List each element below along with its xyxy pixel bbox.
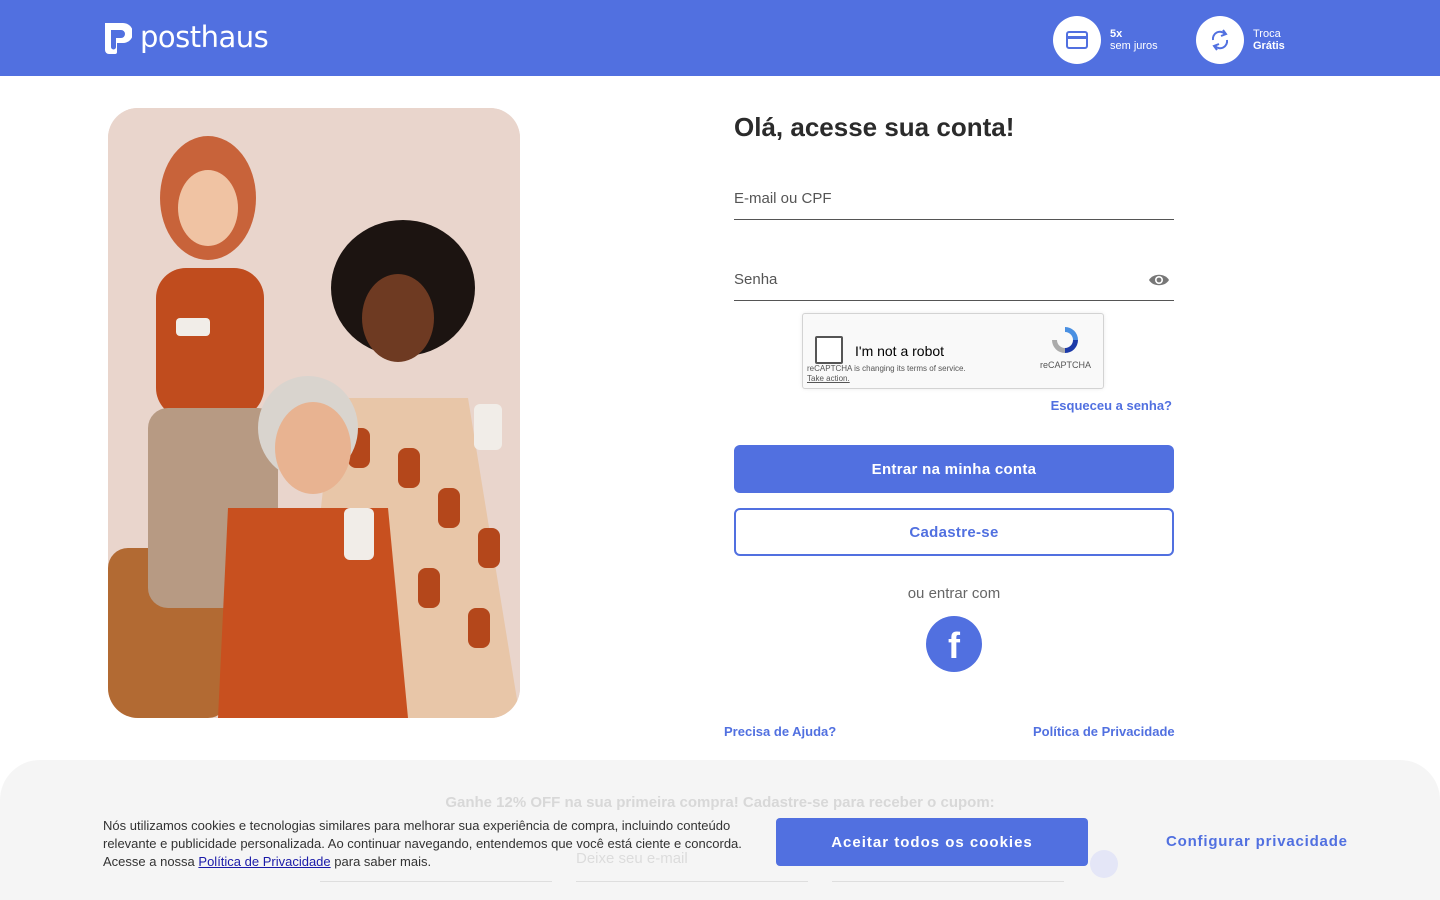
perk-subtitle: sem juros [1110,40,1158,52]
cookie-notice-suffix: para saber mais. [334,854,432,869]
recaptcha-brand: reCAPTCHA [1039,360,1091,370]
facebook-login-button[interactable]: f [926,616,982,672]
forgot-password-link[interactable]: Esqueceu a senha? [1051,398,1172,413]
perk-text: 5x sem juros [1110,28,1158,52]
recaptcha-note-text: reCAPTCHA is changing its terms of servi… [807,364,966,373]
recaptcha-note: reCAPTCHA is changing its terms of servi… [807,364,966,384]
perk-title: Troca [1253,28,1281,40]
privacy-policy-link[interactable]: Política de Privacidade [1033,724,1175,739]
recaptcha-label: I'm not a robot [855,343,945,359]
configure-privacy-button[interactable]: Configurar privacidade [1166,833,1348,850]
cookie-notice: Nós utilizamos cookies e tecnologias sim… [103,817,763,871]
newsletter-title: Ganhe 12% OFF na sua primeira compra! Ca… [445,794,995,811]
email-field [734,182,1174,220]
recaptcha-widget: I'm not a robot reCAPTCHA is changing it… [802,313,1104,389]
alt-login-label: ou entrar com [907,585,1001,602]
credit-card-icon [1066,31,1088,49]
free-exchange-perk: Troca Grátis [1196,16,1285,64]
site-header: posthaus 5x sem juros Troca Grátis [0,0,1440,76]
email-input[interactable] [734,182,1174,207]
perk-text: Troca Grátis [1253,28,1285,52]
register-button[interactable]: Cadastre-se [734,508,1174,556]
password-field [734,263,1174,301]
installments-perk: 5x sem juros [1053,16,1158,64]
hero-image [108,108,520,718]
perk-subtitle: Grátis [1253,40,1285,52]
exchange-icon [1211,29,1229,51]
page-title: Olá, acesse sua conta! [734,112,1015,142]
logo-mark-icon [105,22,132,54]
password-input[interactable] [734,263,1174,288]
recaptcha-logo-icon [1052,327,1078,353]
recaptcha-checkbox[interactable] [815,336,843,364]
recaptcha-take-action-link[interactable]: Take action. [807,374,966,384]
cookie-privacy-link[interactable]: Política de Privacidade [198,854,330,869]
login-button[interactable]: Entrar na minha conta [734,445,1174,493]
newsletter-submit-button[interactable] [1090,850,1118,878]
posthaus-logo[interactable]: posthaus [103,20,269,54]
accept-cookies-button[interactable]: Aceitar todos os cookies [776,818,1088,866]
perk-circle [1196,16,1244,64]
show-password-icon[interactable] [1148,273,1170,287]
hero-illustration [108,108,520,718]
perk-circle [1053,16,1101,64]
help-link[interactable]: Precisa de Ajuda? [724,724,836,739]
perk-title: 5x [1110,28,1123,40]
facebook-icon: f [948,625,960,666]
logo-text: posthaus [140,20,269,54]
